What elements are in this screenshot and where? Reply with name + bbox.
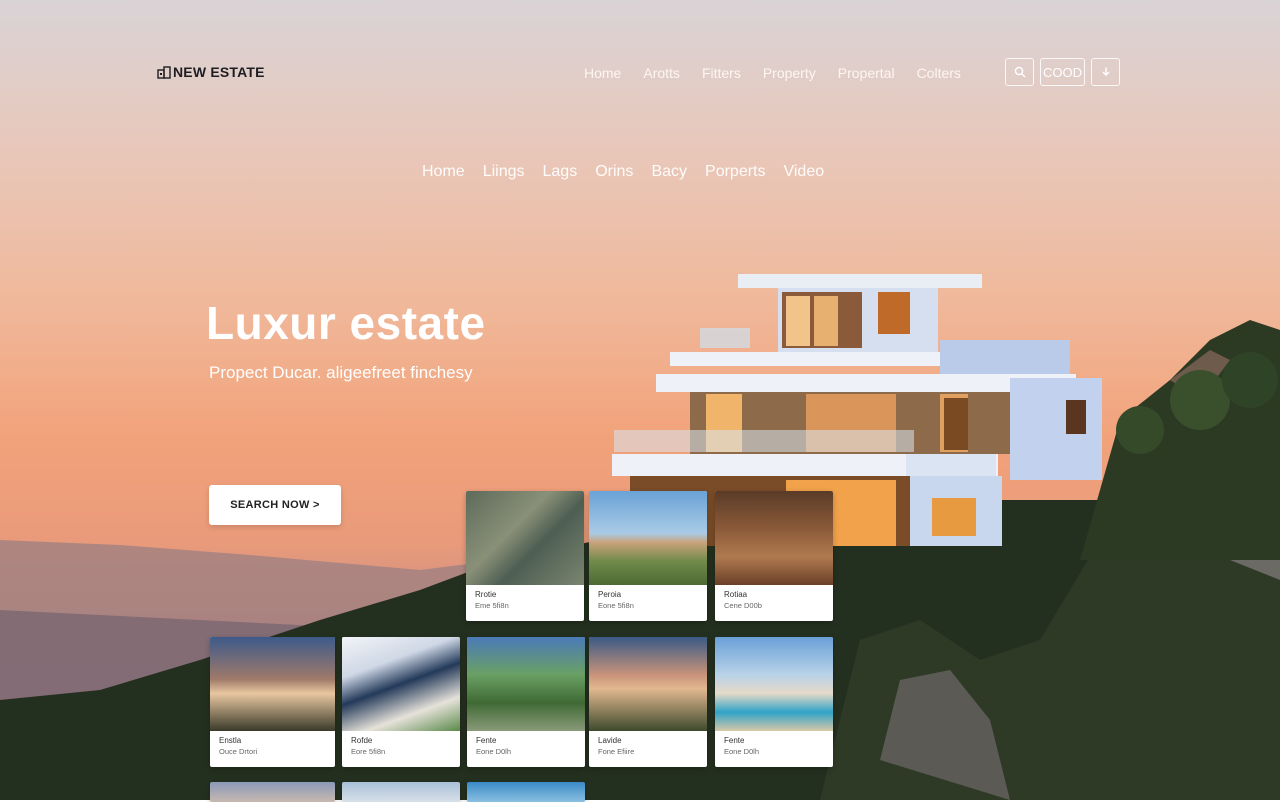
top-nav-fitters[interactable]: Fitters: [702, 64, 741, 82]
property-card-partial[interactable]: [210, 782, 335, 802]
search-now-button[interactable]: SEARCH NOW >: [209, 485, 341, 525]
property-card-detail: Eone D0lh: [476, 747, 512, 756]
property-card-partial[interactable]: [467, 782, 585, 802]
hero-title: Luxur estate: [206, 297, 486, 349]
property-image-mansion: [210, 637, 335, 731]
property-card-detail: Eone D0lh: [724, 747, 760, 756]
sub-nav-lags[interactable]: Lags: [543, 163, 578, 181]
sub-nav-porperts[interactable]: Porperts: [705, 163, 765, 181]
property-card[interactable]: Rofde Eore 5fi8n: [342, 637, 460, 767]
property-card-detail: Eone 5fi8n: [598, 601, 634, 610]
sub-nav-home[interactable]: Home: [422, 163, 465, 181]
property-card-detail: Ouce Drtori: [219, 747, 258, 756]
top-nav-propertal[interactable]: Propertal: [838, 64, 895, 82]
search-button[interactable]: [1005, 58, 1034, 86]
property-image-garden: [467, 637, 585, 731]
sub-nav-orins[interactable]: Orins: [595, 163, 633, 181]
top-nav-property[interactable]: Property: [763, 64, 816, 82]
top-actions: COOD: [1005, 58, 1120, 86]
property-image-pool-resort: [715, 637, 833, 731]
top-nav-colters[interactable]: Colters: [917, 64, 961, 82]
sub-nav-liings[interactable]: Liings: [483, 163, 525, 181]
account-button[interactable]: COOD: [1040, 58, 1085, 86]
top-nav-home[interactable]: Home: [584, 64, 621, 82]
sub-nav-video[interactable]: Video: [783, 163, 824, 181]
property-card-title: Fente: [724, 736, 745, 745]
property-card-title: Rofde: [351, 736, 373, 745]
hillside-vegetation: [1080, 320, 1280, 560]
sub-nav-bacy[interactable]: Bacy: [651, 163, 687, 181]
property-card[interactable]: Peroia Eone 5fi8n: [589, 491, 707, 621]
brand-logo[interactable]: NEW ESTATE: [157, 64, 265, 80]
property-card[interactable]: Lavide Fone Efiire: [589, 637, 707, 767]
property-card-title: Rotiaa: [724, 590, 748, 599]
property-card-detail: Fone Efiire: [598, 747, 635, 756]
property-image-villa: [589, 491, 707, 585]
property-card-title: Fente: [476, 736, 497, 745]
property-card-detail: Cene D00b: [724, 601, 762, 610]
property-card-partial[interactable]: [342, 782, 460, 802]
property-card-title: Enstla: [219, 736, 242, 745]
property-card-detail: Eme 5fi8n: [475, 601, 509, 610]
brand-name: NEW ESTATE: [173, 64, 265, 80]
secondary-navigation: Home Liings Lags Orins Bacy Porperts Vid…: [422, 163, 842, 181]
property-image-modern-house: [342, 637, 460, 731]
property-card[interactable]: Enstla Ouce Drtori: [210, 637, 335, 767]
top-nav-arotts[interactable]: Arotts: [643, 64, 680, 82]
property-card[interactable]: Fente Eone D0lh: [715, 637, 833, 767]
property-card[interactable]: Rotiaa Cene D00b: [715, 491, 833, 621]
building-icon: [157, 66, 171, 79]
property-card-title: Lavide: [598, 736, 622, 745]
download-icon: [1102, 67, 1109, 76]
property-image-aerial: [466, 491, 584, 585]
property-card[interactable]: Fente Eone D0lh: [467, 637, 585, 767]
property-card[interactable]: Rrotie Eme 5fi8n: [466, 491, 584, 621]
property-card-title: Rrotie: [475, 590, 497, 599]
top-navigation: Home Arotts Fitters Property Propertal C…: [584, 64, 983, 82]
download-button[interactable]: [1091, 58, 1120, 86]
hero-subtitle: Propect Ducar. aligeefreet finchesy: [209, 363, 473, 382]
property-image-interior: [715, 491, 833, 585]
property-image-sunset-villa: [589, 637, 707, 731]
search-icon: [1014, 66, 1025, 78]
property-card-detail: Eore 5fi8n: [351, 747, 386, 756]
property-card-title: Peroia: [598, 590, 622, 599]
